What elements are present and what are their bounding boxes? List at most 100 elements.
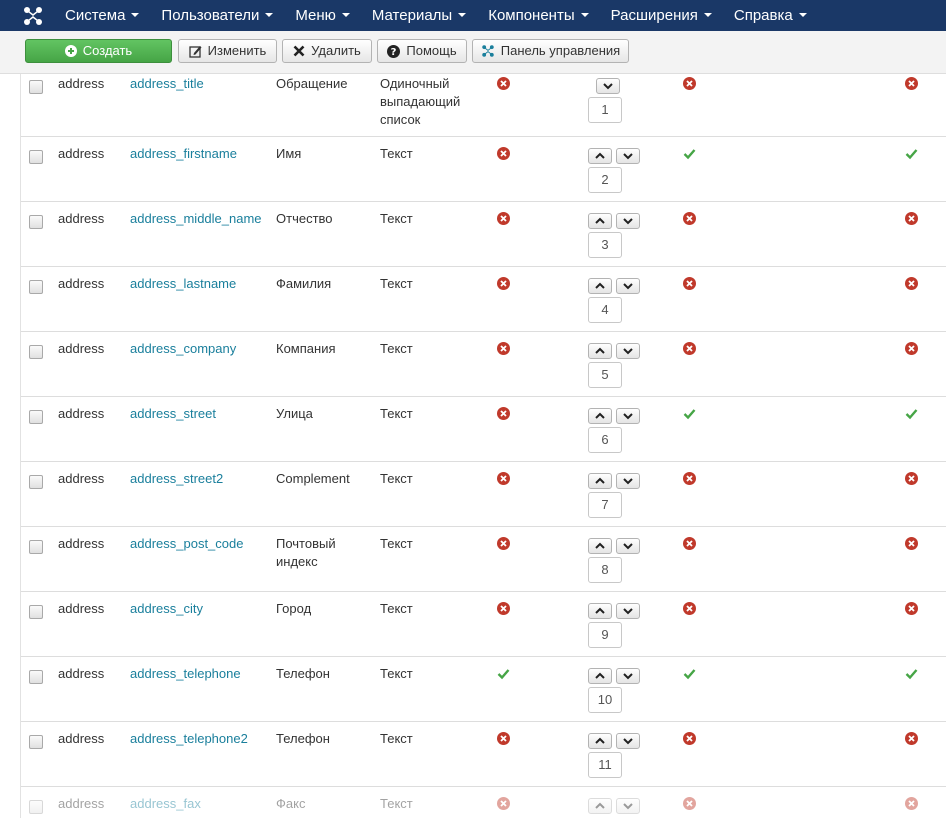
row-checkbox[interactable]: [29, 735, 43, 749]
menu-item[interactable]: Расширения: [600, 0, 723, 31]
checkmark-icon[interactable]: [905, 667, 918, 680]
error-circle-icon[interactable]: [905, 732, 918, 745]
row-checkbox[interactable]: [29, 410, 43, 424]
ordering-input[interactable]: 9: [588, 622, 622, 648]
row-checkbox[interactable]: [29, 80, 43, 94]
error-circle-icon[interactable]: [905, 537, 918, 550]
move-down-button[interactable]: [616, 668, 640, 684]
move-down-button[interactable]: [616, 278, 640, 294]
error-circle-icon[interactable]: [905, 342, 918, 355]
checkmark-icon[interactable]: [905, 147, 918, 160]
error-circle-icon[interactable]: [683, 732, 696, 745]
field-name-link[interactable]: address_telephone2: [130, 730, 248, 748]
error-circle-icon[interactable]: [683, 342, 696, 355]
error-circle-icon[interactable]: [497, 77, 510, 90]
row-checkbox[interactable]: [29, 540, 43, 554]
move-up-button[interactable]: [588, 473, 612, 489]
field-name-link[interactable]: address_title: [130, 75, 204, 93]
field-name-link[interactable]: address_telephone: [130, 665, 241, 683]
move-up-button[interactable]: [588, 278, 612, 294]
ordering-input[interactable]: 3: [588, 232, 622, 258]
error-circle-icon[interactable]: [905, 797, 918, 810]
error-circle-icon[interactable]: [497, 342, 510, 355]
error-circle-icon[interactable]: [683, 472, 696, 485]
error-circle-icon[interactable]: [497, 212, 510, 225]
move-down-button[interactable]: [596, 78, 620, 94]
row-checkbox[interactable]: [29, 150, 43, 164]
field-name-link[interactable]: address_post_code: [130, 535, 243, 553]
error-circle-icon[interactable]: [905, 77, 918, 90]
move-up-button[interactable]: [588, 733, 612, 749]
row-checkbox[interactable]: [29, 475, 43, 489]
error-circle-icon[interactable]: [497, 537, 510, 550]
field-name-link[interactable]: address_street2: [130, 470, 223, 488]
ordering-input[interactable]: 10: [588, 687, 622, 713]
error-circle-icon[interactable]: [905, 277, 918, 290]
move-down-button[interactable]: [616, 408, 640, 424]
error-circle-icon[interactable]: [683, 277, 696, 290]
error-circle-icon[interactable]: [497, 147, 510, 160]
menu-item[interactable]: Компоненты: [477, 0, 599, 31]
error-circle-icon[interactable]: [683, 537, 696, 550]
checkmark-icon[interactable]: [683, 667, 696, 680]
ordering-input[interactable]: 11: [588, 752, 622, 778]
error-circle-icon[interactable]: [497, 407, 510, 420]
move-down-button[interactable]: [616, 148, 640, 164]
row-checkbox[interactable]: [29, 215, 43, 229]
error-circle-icon[interactable]: [683, 77, 696, 90]
create-button[interactable]: Создать: [25, 39, 172, 63]
ordering-input[interactable]: 6: [588, 427, 622, 453]
checkmark-icon[interactable]: [497, 667, 510, 680]
help-button[interactable]: ? Помощь: [377, 39, 467, 63]
ordering-input[interactable]: 8: [588, 557, 622, 583]
error-circle-icon[interactable]: [497, 277, 510, 290]
checkmark-icon[interactable]: [905, 407, 918, 420]
move-down-button[interactable]: [616, 473, 640, 489]
field-name-link[interactable]: address_street: [130, 405, 216, 423]
error-circle-icon[interactable]: [905, 602, 918, 615]
move-up-button[interactable]: [588, 603, 612, 619]
menu-item[interactable]: Материалы: [361, 0, 477, 31]
move-up-button[interactable]: [588, 798, 612, 814]
row-checkbox[interactable]: [29, 605, 43, 619]
field-name-link[interactable]: address_lastname: [130, 275, 236, 293]
error-circle-icon[interactable]: [905, 472, 918, 485]
field-name-link[interactable]: address_fax: [130, 795, 201, 813]
checkmark-icon[interactable]: [683, 147, 696, 160]
joomla-logo-icon[interactable]: [22, 5, 44, 27]
error-circle-icon[interactable]: [905, 212, 918, 225]
move-down-button[interactable]: [616, 603, 640, 619]
error-circle-icon[interactable]: [497, 797, 510, 810]
edit-button[interactable]: Изменить: [178, 39, 277, 63]
move-down-button[interactable]: [616, 343, 640, 359]
error-circle-icon[interactable]: [497, 732, 510, 745]
move-down-button[interactable]: [616, 538, 640, 554]
move-up-button[interactable]: [588, 213, 612, 229]
move-down-button[interactable]: [616, 213, 640, 229]
ordering-input[interactable]: 2: [588, 167, 622, 193]
error-circle-icon[interactable]: [683, 797, 696, 810]
error-circle-icon[interactable]: [497, 472, 510, 485]
ordering-input[interactable]: 1: [588, 97, 622, 123]
move-up-button[interactable]: [588, 668, 612, 684]
control-panel-button[interactable]: Панель управления: [472, 39, 629, 63]
row-checkbox[interactable]: [29, 800, 43, 814]
row-checkbox[interactable]: [29, 670, 43, 684]
error-circle-icon[interactable]: [497, 602, 510, 615]
menu-item[interactable]: Система: [54, 0, 150, 31]
field-name-link[interactable]: address_firstname: [130, 145, 237, 163]
menu-item[interactable]: Меню: [284, 0, 361, 31]
ordering-input[interactable]: 7: [588, 492, 622, 518]
ordering-input[interactable]: 4: [588, 297, 622, 323]
move-down-button[interactable]: [616, 733, 640, 749]
move-up-button[interactable]: [588, 148, 612, 164]
error-circle-icon[interactable]: [683, 212, 696, 225]
field-name-link[interactable]: address_company: [130, 340, 236, 358]
move-up-button[interactable]: [588, 408, 612, 424]
field-name-link[interactable]: address_city: [130, 600, 203, 618]
field-name-link[interactable]: address_middle_name: [130, 210, 262, 228]
move-up-button[interactable]: [588, 343, 612, 359]
ordering-input[interactable]: 5: [588, 362, 622, 388]
row-checkbox[interactable]: [29, 345, 43, 359]
move-down-button[interactable]: [616, 798, 640, 814]
